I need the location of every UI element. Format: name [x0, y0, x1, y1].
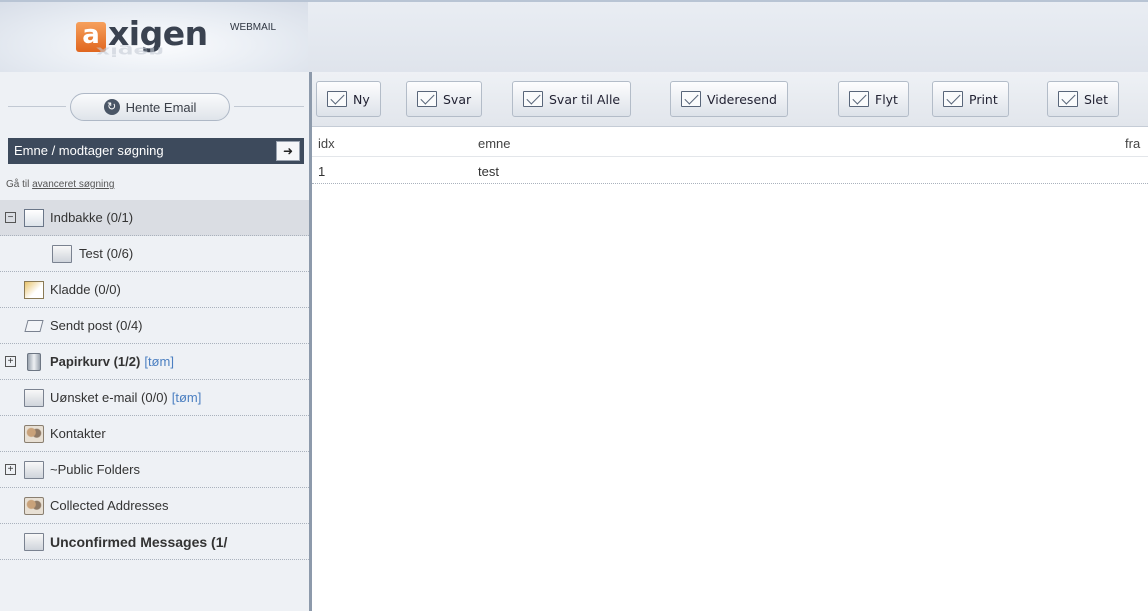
folder-icon	[24, 388, 44, 407]
reply-button[interactable]: Svar	[406, 81, 483, 117]
column-header-subject[interactable]: emne	[478, 136, 511, 151]
folder-collected-addresses[interactable]: Collected Addresses	[0, 488, 309, 524]
contacts-icon	[24, 496, 44, 515]
empty-junk-link[interactable]: [tøm]	[172, 390, 202, 405]
reply-all-icon	[523, 91, 543, 107]
new-mail-icon	[327, 91, 347, 107]
fetch-email-button[interactable]: ↻ Hente Email	[70, 93, 230, 121]
arrow-right-icon: ➜	[282, 144, 294, 158]
print-button[interactable]: Print	[932, 81, 1009, 117]
column-header-idx[interactable]: idx	[318, 136, 335, 151]
print-icon	[943, 91, 963, 107]
folder-label: Uønsket e-mail (0/0) [tøm]	[50, 390, 201, 405]
top-header: a xigen WEBMAIL xigen	[0, 0, 1148, 74]
folder-label: Collected Addresses	[50, 498, 169, 513]
print-label: Print	[969, 91, 998, 107]
forward-label: Videresend	[707, 91, 777, 107]
logo: a xigen WEBMAIL xigen	[0, 2, 308, 74]
sent-icon	[24, 319, 44, 332]
folder-label: Papirkurv (1/2) [tøm]	[50, 354, 174, 369]
contacts-icon	[24, 424, 44, 443]
folder-list: − Indbakke (0/1) Test (0/6) Kladde (0/0)…	[0, 200, 309, 560]
divider	[234, 106, 304, 107]
folder-test[interactable]: Test (0/6)	[0, 236, 309, 272]
folder-label: Test (0/6)	[79, 246, 134, 261]
message-list-header: idx emne fra	[312, 127, 1148, 157]
forward-button[interactable]: Videresend	[670, 81, 788, 117]
folder-junk[interactable]: Uønsket e-mail (0/0) [tøm]	[0, 380, 309, 416]
inbox-icon	[24, 208, 44, 227]
new-label: Ny	[353, 91, 370, 107]
search-input[interactable]: Emne / modtager søgning ➜	[8, 138, 304, 164]
divider	[8, 106, 66, 107]
fetch-row: ↻ Hente Email	[0, 72, 309, 132]
move-button[interactable]: Flyt	[838, 81, 909, 117]
folder-drafts[interactable]: Kladde (0/0)	[0, 272, 309, 308]
advanced-search-line: Gå til avanceret søgning	[6, 179, 114, 190]
sidebar: ↻ Hente Email Emne / modtager søgning ➜ …	[0, 72, 312, 611]
toolbar: Ny Svar Svar til Alle Videresend Flyt Pr…	[312, 72, 1148, 127]
folder-label-text: Papirkurv (1/2)	[50, 354, 141, 369]
message-row[interactable]: 1 test	[312, 157, 1148, 184]
message-list: idx emne fra 1 test	[312, 127, 1148, 611]
folder-trash[interactable]: + Papirkurv (1/2) [tøm]	[0, 344, 309, 380]
delete-button[interactable]: Slet	[1047, 81, 1119, 117]
folder-label-text: Uønsket e-mail (0/0)	[50, 390, 168, 405]
folder-label: Kladde (0/0)	[50, 282, 121, 297]
column-header-from[interactable]: fra	[1125, 136, 1140, 151]
collapse-icon[interactable]: −	[5, 212, 16, 223]
folder-inbox[interactable]: − Indbakke (0/1)	[0, 200, 309, 236]
message-idx: 1	[318, 164, 326, 179]
move-icon	[849, 91, 869, 107]
folder-sent[interactable]: Sendt post (0/4)	[0, 308, 309, 344]
trash-icon	[27, 352, 41, 371]
delete-label: Slet	[1084, 91, 1108, 107]
advanced-search-prefix: Gå til	[6, 179, 33, 190]
reply-all-label: Svar til Alle	[549, 91, 621, 107]
empty-trash-link[interactable]: [tøm]	[144, 354, 174, 369]
reply-all-button[interactable]: Svar til Alle	[512, 81, 632, 117]
refresh-icon: ↻	[103, 99, 120, 115]
folder-contacts[interactable]: Kontakter	[0, 416, 309, 452]
folder-icon	[24, 460, 44, 479]
expand-icon[interactable]: +	[5, 464, 16, 475]
folder-unconfirmed[interactable]: Unconfirmed Messages (1/	[0, 524, 309, 560]
folder-label: Indbakke (0/1)	[50, 210, 134, 225]
new-button[interactable]: Ny	[316, 81, 381, 117]
search-go-button[interactable]: ➜	[276, 141, 300, 161]
message-subject: test	[478, 164, 499, 179]
logo-webmail-label: WEBMAIL	[230, 22, 277, 33]
advanced-search-link[interactable]: avanceret søgning	[32, 179, 114, 190]
forward-icon	[681, 91, 701, 107]
folder-label: ~Public Folders	[50, 462, 140, 477]
folder-label: Kontakter	[50, 426, 106, 441]
folder-public[interactable]: + ~Public Folders	[0, 452, 309, 488]
folder-icon	[24, 532, 44, 551]
trash-icon	[1058, 91, 1078, 107]
logo-reflection: xigen	[96, 44, 165, 58]
reply-icon	[417, 91, 437, 107]
expand-icon[interactable]: +	[5, 356, 16, 367]
folder-icon	[52, 244, 72, 263]
folder-label: Unconfirmed Messages (1/	[50, 533, 228, 550]
fetch-email-label: Hente Email	[125, 99, 197, 115]
move-label: Flyt	[875, 91, 898, 107]
draft-icon	[24, 280, 44, 299]
folder-label: Sendt post (0/4)	[50, 318, 143, 333]
search-placeholder: Emne / modtager søgning	[14, 143, 164, 158]
reply-label: Svar	[443, 91, 472, 107]
